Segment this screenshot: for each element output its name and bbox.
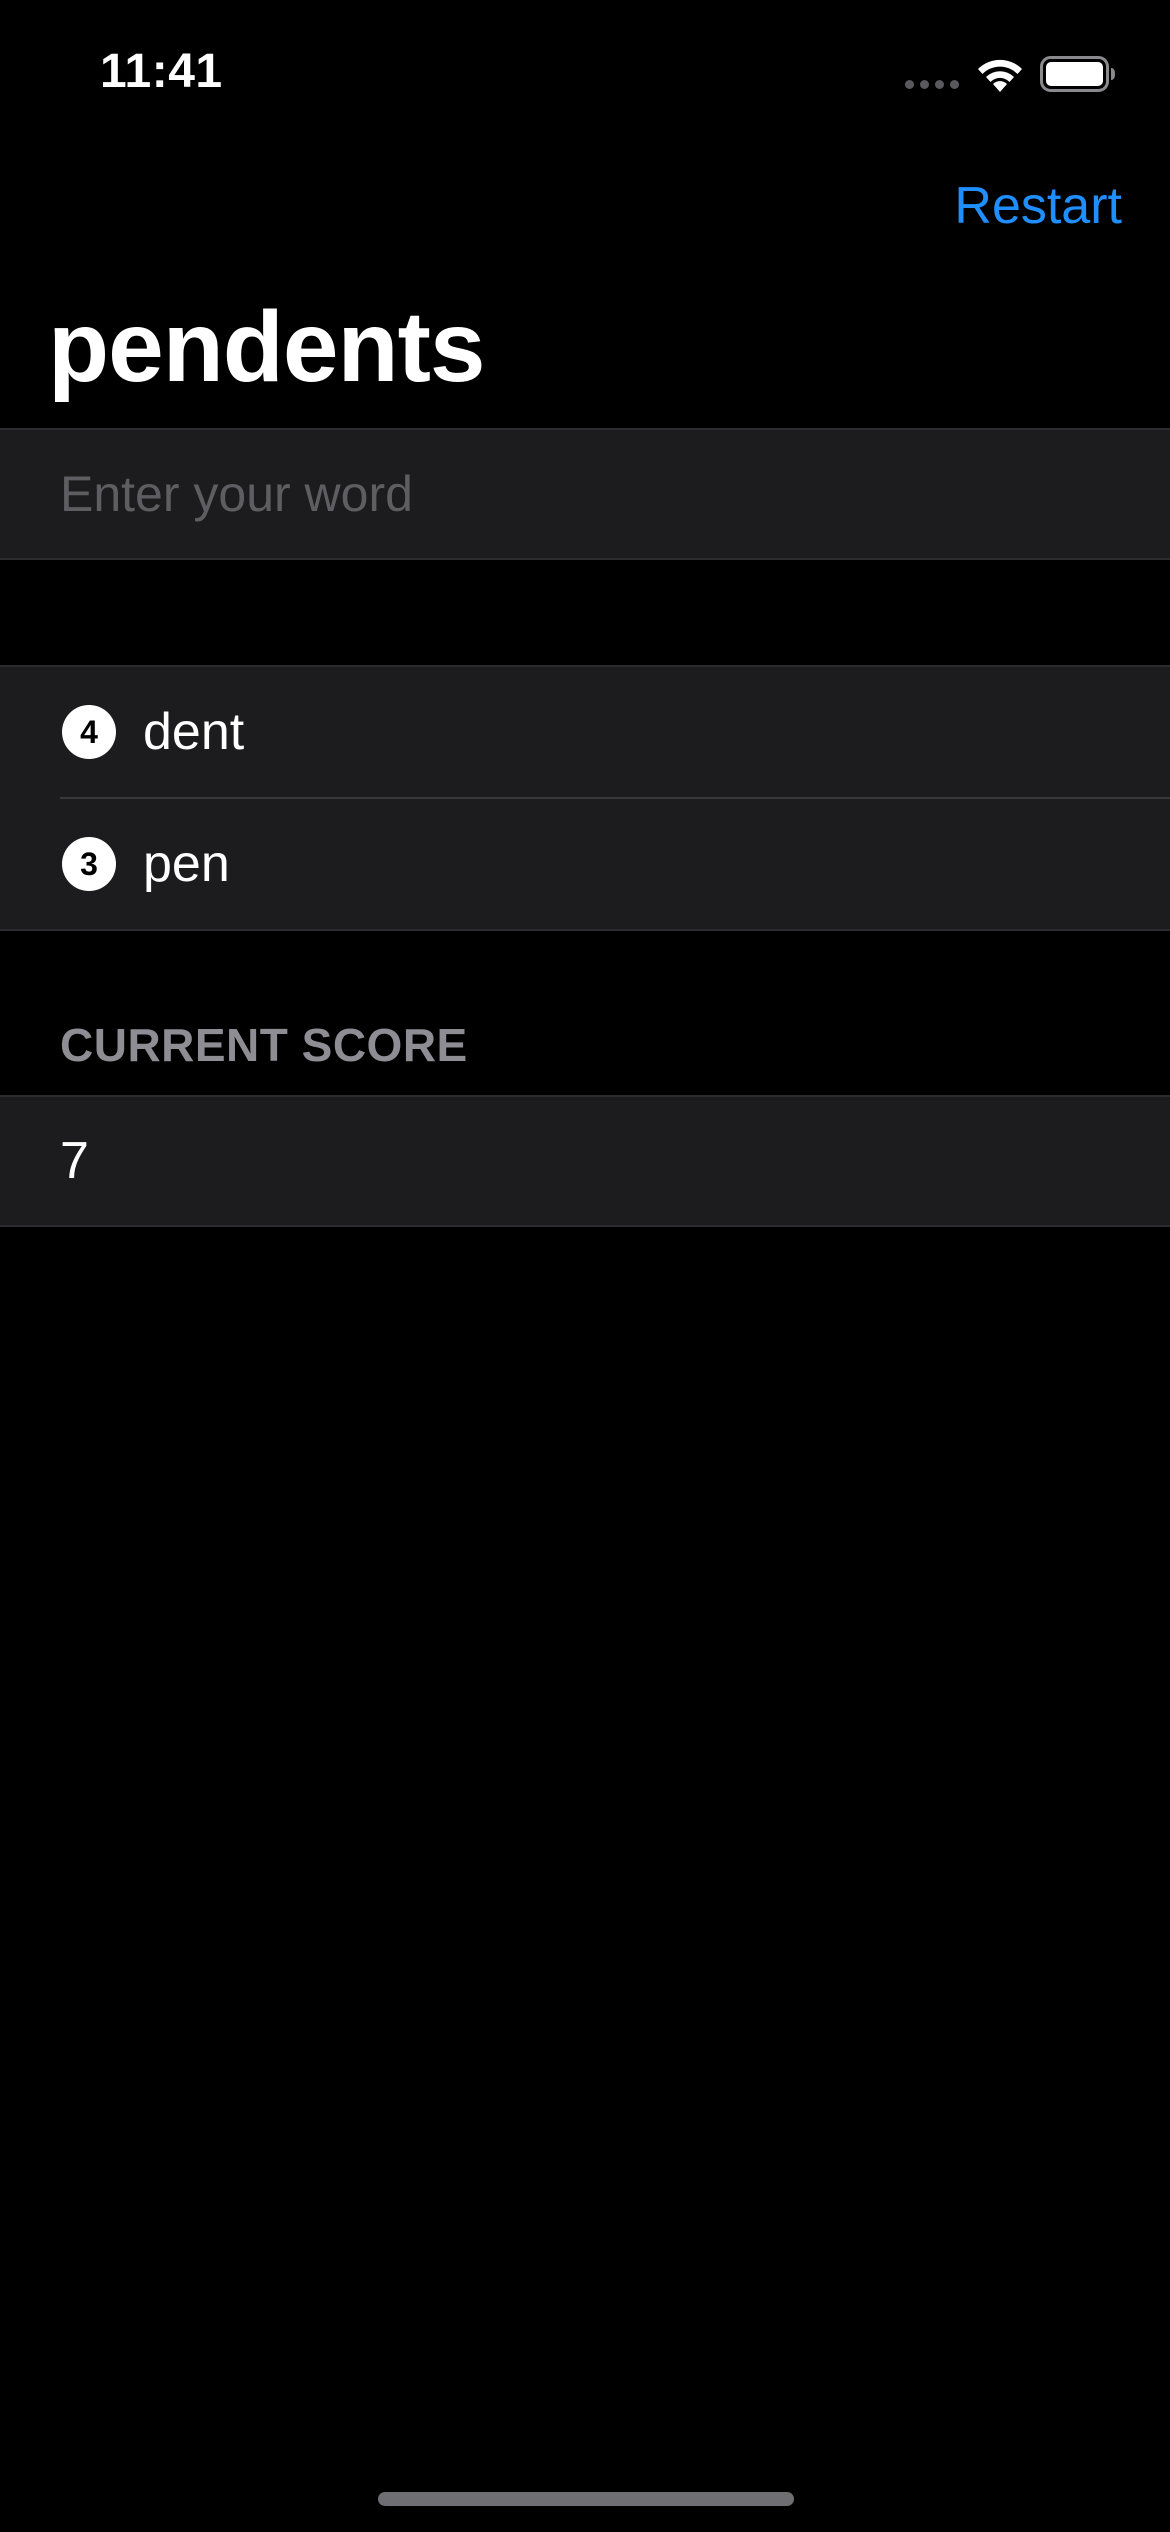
word-input-cell bbox=[0, 428, 1170, 560]
letter-count-circle-icon: 3 bbox=[62, 837, 116, 891]
status-bar: 11:41 bbox=[0, 0, 1170, 140]
home-indicator[interactable] bbox=[378, 2492, 794, 2506]
status-time: 11:41 bbox=[100, 45, 223, 98]
wifi-icon bbox=[978, 59, 1022, 92]
score-cell: 7 bbox=[0, 1095, 1170, 1227]
word-label: pen bbox=[143, 835, 230, 893]
score-value: 7 bbox=[60, 1132, 89, 1190]
score-section-header: CURRENT SCORE bbox=[60, 1019, 468, 1071]
restart-button[interactable]: Restart bbox=[954, 176, 1122, 236]
list-item: 3 pen bbox=[0, 799, 1170, 929]
battery-icon bbox=[1040, 56, 1115, 92]
letter-count-circle-icon: 4 bbox=[62, 705, 116, 759]
list-item: 4 dent bbox=[0, 667, 1170, 797]
page-title: pendents bbox=[48, 291, 485, 403]
cellular-dots-icon bbox=[905, 80, 959, 89]
used-words-list: 4 dent 3 pen bbox=[0, 665, 1170, 931]
word-input[interactable] bbox=[60, 430, 1120, 558]
word-label: dent bbox=[143, 703, 245, 761]
